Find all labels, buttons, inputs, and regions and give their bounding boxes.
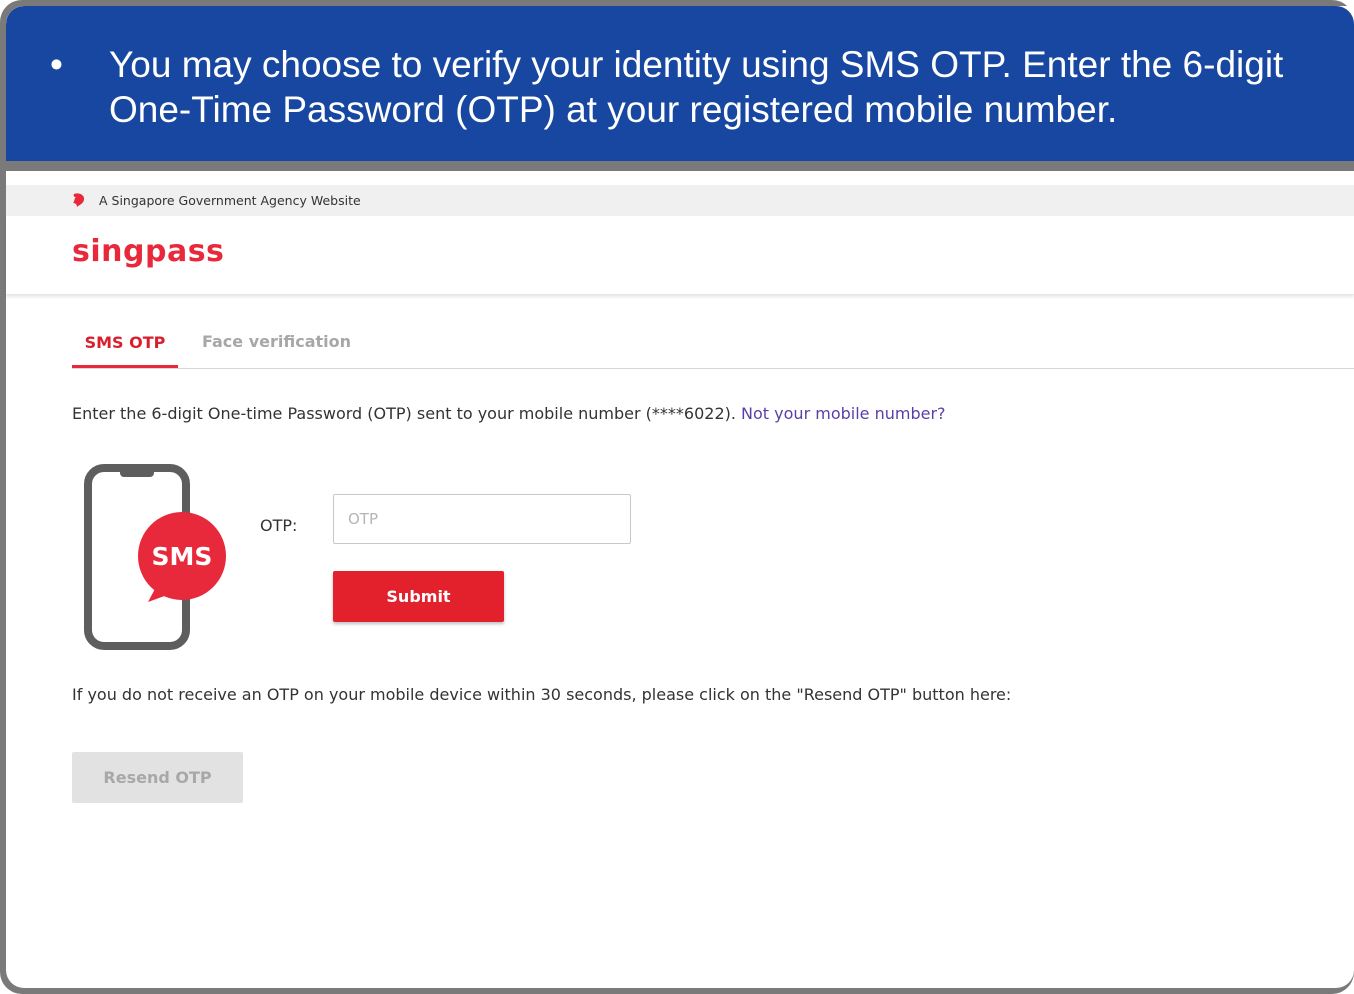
otp-instructions: Enter the 6-digit One-time Password (OTP… — [72, 404, 946, 423]
verification-tabs: SMS OTP Face verification — [72, 318, 1354, 369]
singpass-logo[interactable]: singpass — [72, 234, 224, 269]
not-your-number-link[interactable]: Not your mobile number? — [741, 404, 945, 423]
resend-instructions: If you do not receive an OTP on your mob… — [72, 685, 1012, 704]
tab-face-verification[interactable]: Face verification — [202, 318, 351, 368]
phone-sms-icon: SMS — [84, 464, 226, 650]
masthead-text: A Singapore Government Agency Website — [99, 193, 361, 208]
instructions-text: Enter the 6-digit One-time Password (OTP… — [72, 404, 736, 423]
sms-icon-label: SMS — [152, 542, 213, 571]
banner-bullet: • — [50, 44, 63, 85]
banner-text: You may choose to verify your identity u… — [109, 44, 1284, 130]
tab-sms-otp[interactable]: SMS OTP — [72, 318, 178, 368]
submit-button[interactable]: Submit — [333, 571, 504, 622]
site-header: singpass — [6, 216, 1354, 295]
banner-divider — [6, 161, 1354, 171]
otp-input[interactable] — [333, 494, 631, 544]
government-masthead: A Singapore Government Agency Website — [6, 185, 1354, 216]
resend-otp-button: Resend OTP — [72, 752, 243, 803]
lion-head-icon — [73, 193, 85, 207]
otp-label: OTP: — [260, 516, 298, 535]
instruction-banner: • You may choose to verify your identity… — [6, 6, 1354, 161]
